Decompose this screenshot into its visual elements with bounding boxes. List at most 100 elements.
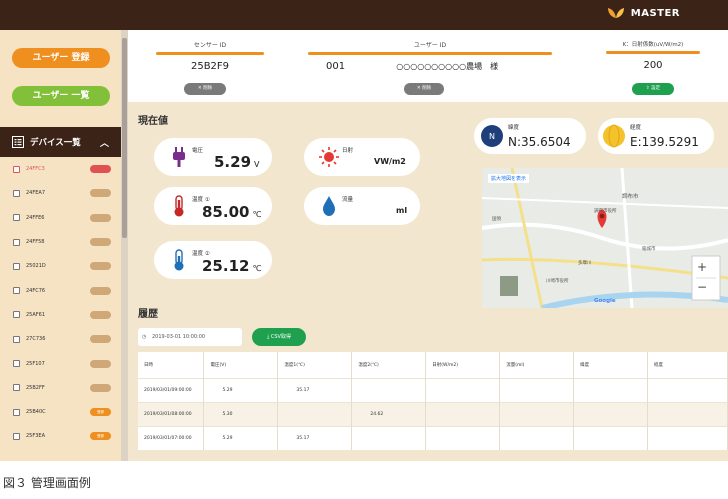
column-header[interactable]: 日射(W/m2) [425,352,501,378]
table-cell [573,377,649,402]
table-cell [647,377,728,402]
current-values-title: 現在値 [138,116,168,127]
map-label-4: 川崎市役所 [546,279,569,284]
history-title: 履歴 [138,309,158,320]
voltage-card: 電圧 5.29 V [154,138,272,176]
device-status-badge [90,262,111,271]
table-cell [351,377,427,402]
device-list-item[interactable]: 24FC76 [0,278,121,302]
device-list-item[interactable]: 25B40C 登録 [0,400,121,424]
checkbox-icon[interactable] [13,384,20,392]
device-id: 27C736 [26,336,46,343]
column-header[interactable]: 緯度 [573,352,649,378]
divider [606,51,700,54]
zoom-in-button[interactable]: + [697,260,707,274]
sidebar: ユーザー 登録 ユーザー 一覧 デバイス一覧 ︿ 24FFC3 24FEA7 24F… [0,30,128,461]
user-delete-button[interactable]: ✕ 削除 [404,83,444,95]
device-id: 25AF61 [26,311,46,318]
column-header[interactable]: 日時 [138,352,205,378]
device-list-item[interactable]: 25AF61 [0,303,121,327]
user-id-row: 001 ○○○○○○○○○○農場 様 [308,61,552,72]
table-row: 2019/03/01/07:00:00 5.29 35.17 [138,425,728,450]
device-id: 24FFC3 [26,166,45,173]
sidebar-scrollbar[interactable] [121,30,128,461]
device-list-item[interactable]: 25021D [0,254,121,278]
management-screen: MASTER ユーザー 登録 ユーザー 一覧 デバイス一覧 ︿ 24FFC3 24… [0,0,728,461]
column-header[interactable]: 経度 [647,352,728,378]
device-id: 25F107 [26,360,45,367]
table-cell [499,425,575,450]
list-icon [12,136,24,148]
table-header-row: 日時 電圧(V) 温度1(℃) 温度2(℃) 日射(W/m2) 流量(ml) 緯度 経度 [138,352,728,378]
column-header[interactable]: 温度1(℃) [277,352,353,378]
checkbox-icon[interactable] [13,262,20,270]
k-set-label: 設定 [651,86,661,91]
voltage-value: 5.29 [214,153,252,171]
device-list-header[interactable]: デバイス一覧 ︿ [0,127,121,157]
table-body: 2019/03/01/09:00:00 5.29 35.17 2019/03/01/0… [138,377,728,450]
checkbox-icon[interactable] [13,432,20,440]
map-label-1: 調布市 [622,194,639,200]
solar-card: 日射 VW/m2 [304,138,420,176]
checkbox-icon[interactable] [13,335,20,343]
info-bar: センサー ID 25B2F9 ✕ 削除 ユーザー ID 001 ○○○○○○○○… [128,30,728,102]
device-list-item[interactable]: 25F3EA 登録 [0,424,121,448]
temperature1-reading: 85.00 ℃ [202,203,261,221]
checkbox-icon[interactable] [13,214,20,222]
device-list-item[interactable]: 24FF58 [0,230,121,254]
leaf-logo-icon [607,8,624,18]
user-list-button[interactable]: ユーザー 一覧 [12,86,110,106]
k-coefficient-label: K：日射係数(uV/W/m2) [622,42,684,48]
k-set-button[interactable]: ⇧ 設定 [632,83,674,95]
device-list-item[interactable]: 24FFC3 [0,157,121,181]
table-cell [647,401,728,426]
table-cell [573,401,649,426]
latitude-label: 緯度 [508,125,520,131]
user-delete-label: 削除 [422,86,432,91]
temperature2-reading: 25.12 ℃ [202,257,261,275]
checkbox-icon[interactable] [13,311,20,319]
device-list-item[interactable]: 24FFE6 [0,206,121,230]
checkbox-icon[interactable] [13,238,20,246]
brand: MASTER [607,7,680,19]
column-header[interactable]: 流量(ml) [499,352,575,378]
table-cell [647,425,728,450]
checkbox-icon[interactable] [13,360,20,368]
flow-unit: ml [396,206,408,215]
scrollbar-thumb[interactable] [122,38,127,238]
csv-download-button[interactable]: ⤓ CSV取得 [252,328,306,346]
map-canvas[interactable] [482,168,728,308]
device-status-badge [90,359,111,368]
water-drop-icon [323,196,335,216]
device-list-item[interactable]: 25B2FF [0,376,121,400]
date-input[interactable]: ◷ 2019-03-01 10:00:00 [138,328,242,346]
user-register-button[interactable]: ユーザー 登録 [12,48,110,68]
column-header[interactable]: 温度2(℃) [351,352,427,378]
voltage-label: 電圧 [192,148,204,154]
device-id: 24FF58 [26,239,45,246]
map-label-2: 調布市役所 [594,209,617,214]
device-id: 24FC76 [26,287,46,294]
device-id: 25021D [26,263,46,270]
history-table: 日時 電圧(V) 温度1(℃) 温度2(℃) 日射(W/m2) 流量(ml) 緯度 経度 20… [138,352,728,450]
device-list-item[interactable]: 27C736 [0,327,121,351]
zoom-out-button[interactable]: − [697,280,707,294]
table-cell: 35.17 [277,377,353,402]
location-map[interactable]: 拡大地図を表示 調布市 調布市役所 稲城市 川崎市役所 国領 多摩川 Googl… [482,168,728,308]
voltage-reading: 5.29 V [214,153,260,171]
map-expand-link[interactable]: 拡大地図を表示 [488,174,530,183]
checkbox-icon[interactable] [13,189,20,197]
device-status-badge [90,165,111,174]
sensor-delete-button[interactable]: ✕ 削除 [184,83,226,95]
checkbox-icon[interactable] [13,287,20,295]
device-list-item[interactable]: 24FEA7 [0,181,121,205]
column-header[interactable]: 電圧(V) [203,352,279,378]
table-cell [573,425,649,450]
device-list-item[interactable]: 25F107 [0,351,121,375]
checkbox-icon[interactable] [13,408,20,416]
k-coefficient-block: K：日射係数(uV/W/m2) 200 [606,40,700,71]
figure-caption: 図３ 管理画面例 [3,476,91,490]
longitude-value: E:139.5291 [630,135,699,149]
checkbox-icon[interactable] [13,165,20,173]
chevron-up-icon[interactable]: ︿ [100,136,109,149]
